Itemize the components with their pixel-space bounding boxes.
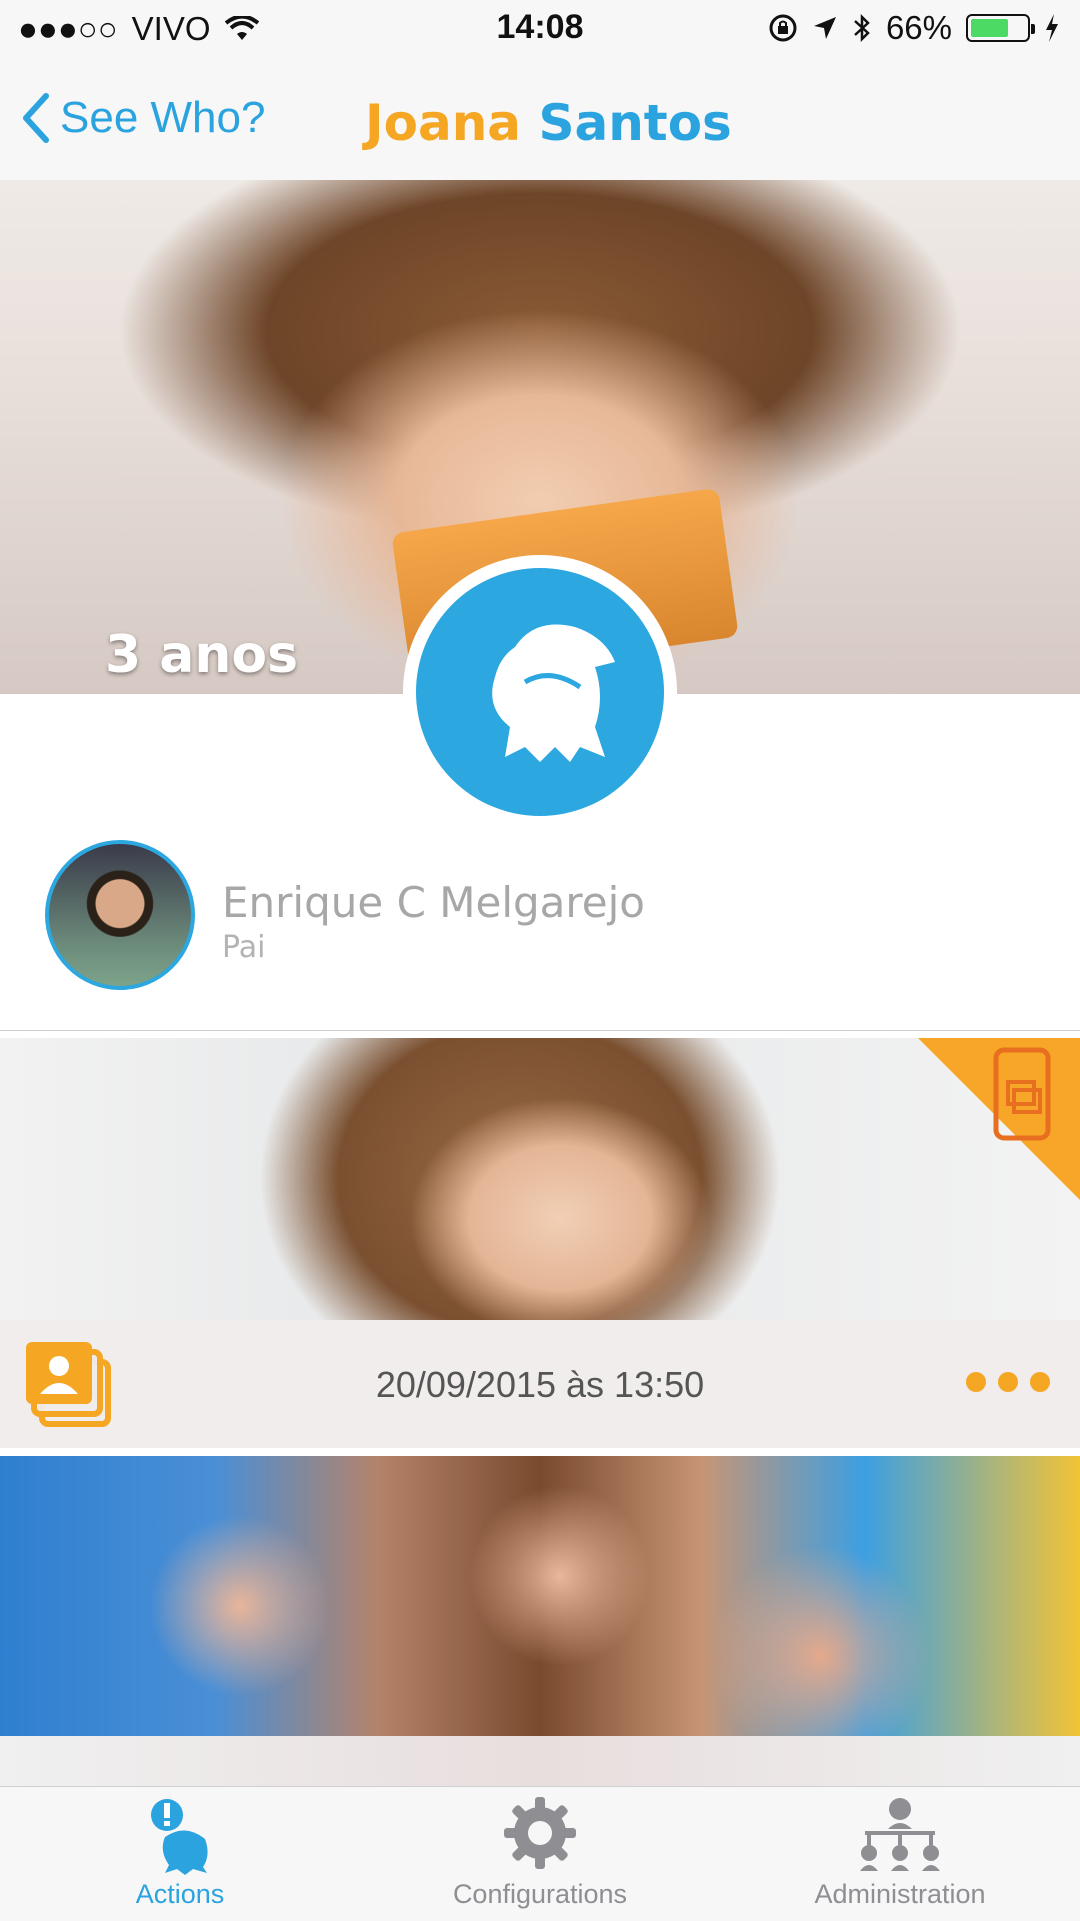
guardian-relation: Pai [222,930,266,965]
back-button[interactable]: See Who? [20,92,265,144]
status-bar: ●●●○○ VIVO 14:08 66% [0,0,1080,56]
rotation-lock-icon [769,14,797,42]
status-right: 66% [768,9,1060,47]
profile-avatar[interactable] [403,555,677,829]
feed-item-timestamp: 20/09/2015 às 13:50 [375,1364,705,1405]
title-last-name: Santos [538,94,732,152]
tab-label: Configurations [452,1879,628,1909]
actions-icon [151,1799,208,1875]
more-dot-icon [966,1372,986,1392]
gear-icon [504,1797,576,1869]
tab-bar: Actions Configurations Administration [0,1786,1080,1921]
avatar[interactable] [45,840,195,990]
tab-actions[interactable]: Actions [0,1787,360,1921]
title-first-name: Joana [365,94,522,152]
guardian-name: Enrique C Melgarejo [222,878,645,927]
chevron-left-icon [23,93,49,143]
battery-icon [966,14,1035,42]
page-title: Joana Santos [365,94,732,152]
tab-label: Administration [814,1879,986,1909]
location-icon [813,17,836,39]
more-options-button[interactable] [966,1372,1050,1392]
charging-icon [1046,14,1058,42]
feed-item-photo[interactable] [0,1456,1080,1736]
hierarchy-icon [860,1798,940,1871]
more-dot-icon [1030,1372,1050,1392]
back-label: See Who? [60,93,266,142]
battery-percent: 66% [885,9,952,46]
tab-label: Actions [135,1879,225,1909]
guardian-row[interactable]: Enrique C Melgarejo Pai [0,830,1080,1031]
child-silhouette-icon [492,624,615,762]
feed-item-bar[interactable] [0,1736,1080,1786]
mobile-upload-badge-icon [918,1038,1080,1200]
bluetooth-icon [854,13,870,43]
tab-administration[interactable]: Administration [720,1787,1080,1921]
more-dot-icon [998,1372,1018,1392]
age-label: 3 anos [105,625,299,685]
feed-item-bar[interactable]: 20/09/2015 às 13:50 [0,1320,1080,1448]
tab-configurations[interactable]: Configurations [360,1787,720,1921]
navigation-bar: See Who? Joana Santos [0,56,1080,181]
